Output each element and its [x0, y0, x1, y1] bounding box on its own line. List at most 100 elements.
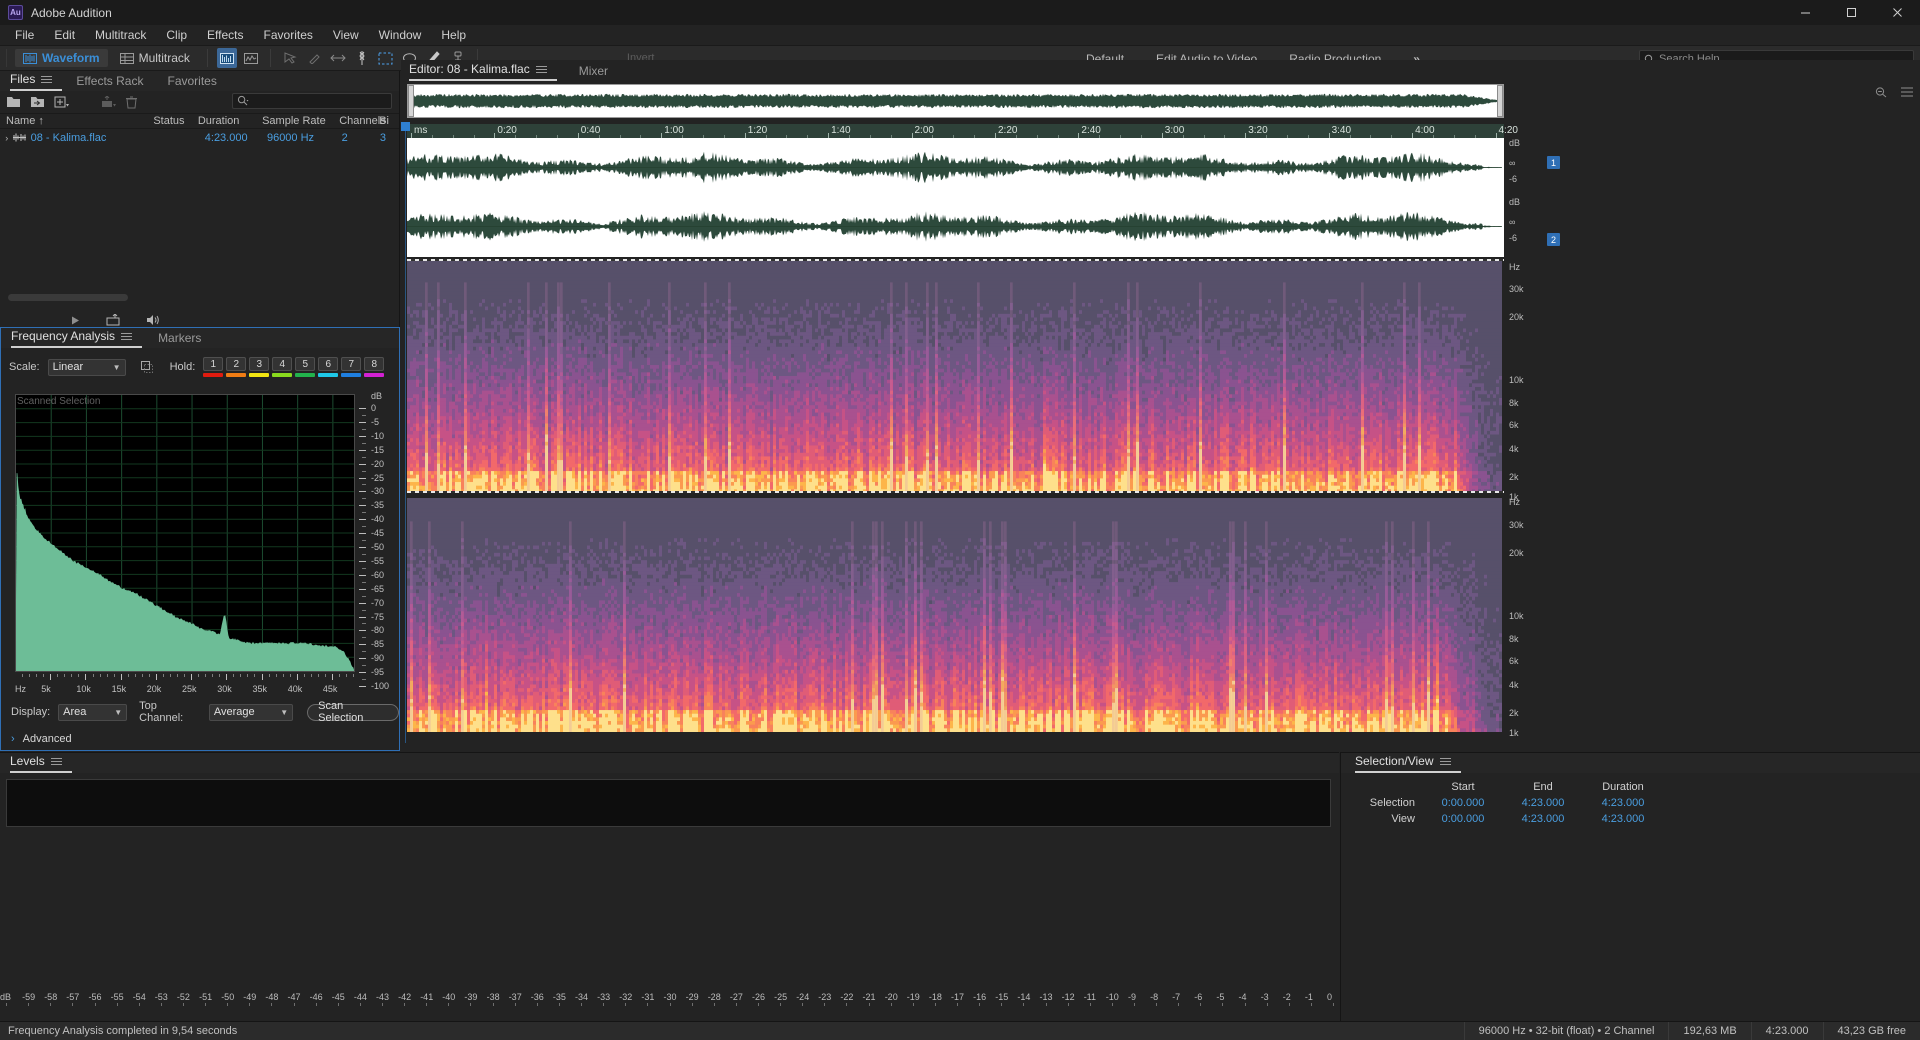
column-header-name[interactable]: Name ↑: [0, 115, 153, 127]
file-sample-rate: 96000 Hz: [267, 132, 342, 144]
editor-panel-menu-icon[interactable]: [536, 64, 547, 75]
menu-clip[interactable]: Clip: [157, 26, 196, 44]
close-selected-files-icon[interactable]: [126, 96, 137, 109]
hold-button-2[interactable]: 2: [226, 357, 246, 377]
row-expander[interactable]: ›: [0, 133, 13, 143]
waveform-display[interactable]: [407, 138, 1504, 257]
channel-badge-1[interactable]: 1: [1547, 156, 1560, 169]
sv-view-start[interactable]: 0:00.000: [1423, 811, 1503, 827]
view-mode-waveform[interactable]: Waveform: [15, 49, 108, 67]
play-icon[interactable]: [70, 315, 81, 326]
column-header-duration[interactable]: Duration: [198, 115, 262, 127]
move-tool-icon[interactable]: [280, 48, 300, 68]
import-file-icon[interactable]: [30, 96, 45, 108]
sv-selection-duration[interactable]: 4:23.000: [1583, 795, 1663, 811]
hold-button-8[interactable]: 8: [364, 357, 384, 377]
hold-button-1[interactable]: 1: [203, 357, 223, 377]
files-horizontal-scrollbar[interactable]: [8, 294, 128, 301]
open-file-icon[interactable]: [6, 96, 21, 108]
menu-multitrack[interactable]: Multitrack: [86, 26, 155, 44]
files-panel-menu-icon[interactable]: [41, 74, 52, 85]
minimize-button[interactable]: [1782, 0, 1828, 25]
insert-into-multitrack-icon[interactable]: [101, 96, 117, 108]
hold-button-5[interactable]: 5: [295, 357, 315, 377]
waveform-channel-1[interactable]: [407, 138, 1504, 197]
timeline-ruler[interactable]: ms0:200:401:001:201:402:002:202:403:003:…: [407, 124, 1504, 138]
column-header-bits[interactable]: Bi: [379, 115, 399, 127]
sv-selection-end[interactable]: 4:23.000: [1503, 795, 1583, 811]
spectral-scale-ch2-label-1: 30k: [1509, 520, 1524, 530]
column-header-sample-rate[interactable]: Sample Rate: [262, 115, 339, 127]
hold-button-6[interactable]: 6: [318, 357, 338, 377]
tab-selection-view[interactable]: Selection/View: [1355, 752, 1461, 773]
tab-frequency-analysis[interactable]: Frequency Analysis: [11, 327, 142, 348]
files-search-input[interactable]: [232, 93, 392, 109]
navigator-right-handle[interactable]: [1497, 85, 1503, 117]
tab-levels[interactable]: Levels: [10, 752, 72, 773]
spectral-frequency-display[interactable]: [407, 259, 1504, 732]
menu-window[interactable]: Window: [370, 26, 431, 44]
menu-file[interactable]: File: [6, 26, 43, 44]
menu-effects[interactable]: Effects: [198, 26, 252, 44]
zoom-navigator[interactable]: [407, 84, 1504, 118]
tab-editor[interactable]: Editor: 08 - Kalima.flac: [409, 60, 557, 81]
menu-edit[interactable]: Edit: [45, 26, 84, 44]
menu-favorites[interactable]: Favorites: [255, 26, 322, 44]
scan-selection-button[interactable]: Scan Selection: [307, 704, 399, 721]
copy-to-clipboard-icon[interactable]: [140, 360, 154, 374]
playhead-marker[interactable]: [401, 122, 410, 131]
db-tick-2: -10: [371, 431, 384, 441]
spectrogram-channel-1[interactable]: [407, 259, 1504, 493]
hold-button-4[interactable]: 4: [272, 357, 292, 377]
slip-tool-icon[interactable]: [304, 48, 324, 68]
waveform-channel-2[interactable]: [407, 197, 1504, 256]
menu-view[interactable]: View: [324, 26, 368, 44]
table-row[interactable]: › 08 - Kalima.flac 4:23.000 96000 Hz 2 3: [0, 129, 399, 146]
levels-panel-menu-icon[interactable]: [51, 756, 62, 767]
tab-files[interactable]: Files: [10, 70, 62, 91]
frequency-analysis-menu-icon[interactable]: [121, 331, 132, 342]
top-channel-select[interactable]: Average ▼: [209, 704, 293, 721]
channel-badge-2[interactable]: 2: [1547, 233, 1560, 246]
navigator-left-handle[interactable]: [408, 85, 414, 117]
display-select[interactable]: Area ▼: [58, 704, 127, 721]
table-row: View 0:00.000 4:23.000 4:23.000: [1351, 811, 1663, 827]
advanced-section-toggle[interactable]: › Advanced: [11, 733, 72, 745]
time-selection-tool-icon[interactable]: [328, 48, 348, 68]
spectral-frequency-display-icon[interactable]: [217, 48, 237, 68]
column-header-channels[interactable]: Channels: [339, 115, 379, 127]
auto-play-icon[interactable]: [145, 314, 161, 326]
spectrogram-channel-2[interactable]: [407, 498, 1504, 732]
razor-tool-icon[interactable]: [352, 48, 372, 68]
hold-button-7[interactable]: 7: [341, 357, 361, 377]
toolbar-grip[interactable]: [6, 49, 11, 67]
scale-select[interactable]: Linear ▼: [48, 359, 126, 376]
editor-top-right-controls: [1874, 86, 1914, 98]
time-label-5: 1:40: [831, 125, 850, 136]
insert-into-multitrack-icon[interactable]: [106, 314, 120, 326]
tab-favorites[interactable]: Favorites: [153, 72, 226, 91]
sv-selection-start[interactable]: 0:00.000: [1423, 795, 1503, 811]
selection-view-menu-icon[interactable]: [1440, 756, 1451, 767]
close-button[interactable]: [1874, 0, 1920, 25]
new-file-icon[interactable]: [54, 96, 70, 108]
marquee-selection-tool-icon[interactable]: [376, 48, 396, 68]
sv-view-end[interactable]: 4:23.000: [1503, 811, 1583, 827]
view-mode-multitrack[interactable]: Multitrack: [112, 49, 198, 67]
column-header-status[interactable]: Status: [153, 115, 198, 127]
hold-button-3[interactable]: 3: [249, 357, 269, 377]
file-bits: 3: [380, 132, 399, 144]
menu-help[interactable]: Help: [432, 26, 475, 44]
panel-options-icon[interactable]: [1900, 86, 1914, 98]
tab-markers[interactable]: Markers: [142, 329, 211, 348]
zoom-out-full-icon[interactable]: [1874, 86, 1888, 98]
editor-panel: Editor: 08 - Kalima.flac Mixer ms0:200:4…: [401, 60, 1920, 752]
maximize-button[interactable]: [1828, 0, 1874, 25]
sv-view-duration[interactable]: 4:23.000: [1583, 811, 1663, 827]
tab-mixer[interactable]: Mixer: [557, 62, 618, 81]
spectral-pan-display-icon[interactable]: [241, 48, 261, 68]
level-db-label-14: -46: [310, 992, 323, 1002]
frequency-analysis-graph[interactable]: [15, 394, 355, 672]
tab-effects-rack[interactable]: Effects Rack: [62, 72, 153, 91]
level-meter[interactable]: [6, 779, 1331, 827]
